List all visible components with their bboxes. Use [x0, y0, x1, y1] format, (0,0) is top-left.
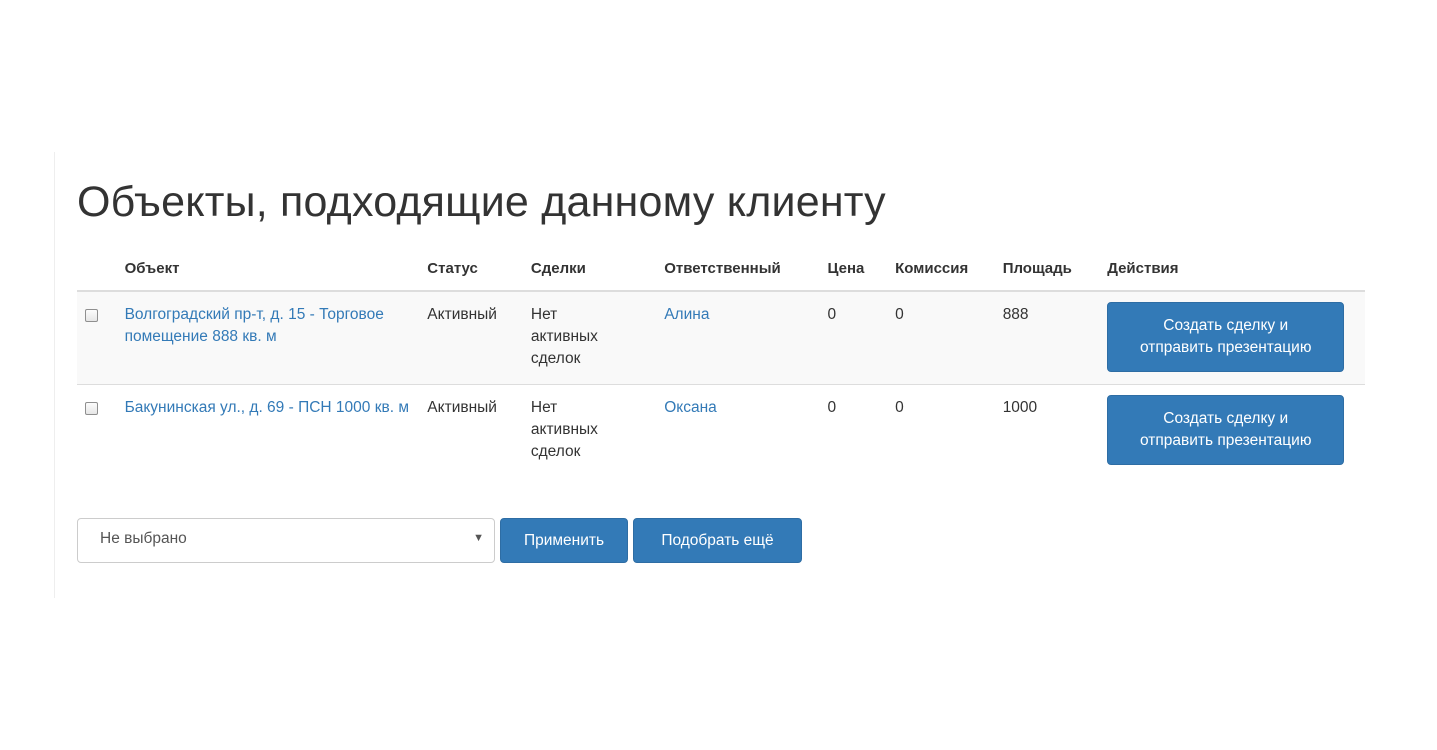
create-deal-send-presentation-button[interactable]: Создать сделку и отправить презентацию: [1107, 302, 1345, 372]
area-cell: 888: [994, 291, 1100, 385]
row-select-cell: [77, 291, 117, 385]
action-select[interactable]: Не выбрано ▼: [77, 518, 495, 563]
header-price: Цена: [819, 248, 888, 292]
status-cell: Активный: [419, 291, 523, 385]
responsible-link[interactable]: Алина: [664, 306, 709, 323]
row-checkbox[interactable]: [85, 309, 98, 322]
responsible-cell: Алина: [656, 291, 820, 385]
commission-cell: 0: [887, 384, 995, 477]
actions-cell: Создать сделку и отправить презентацию: [1099, 384, 1365, 477]
select-value: Не выбрано: [100, 530, 187, 547]
header-object: Объект: [116, 248, 420, 292]
area-cell: 1000: [994, 384, 1100, 477]
header-deals: Сделки: [522, 248, 657, 292]
responsible-cell: Оксана: [656, 384, 820, 477]
row-select-cell: [77, 384, 117, 477]
create-deal-send-presentation-button[interactable]: Создать сделку и отправить презентацию: [1107, 395, 1345, 465]
object-cell: Волгоградский пр-т, д. 15 - Торговое пом…: [116, 291, 420, 385]
find-more-button[interactable]: Подобрать ещё: [633, 518, 802, 563]
page-title: Объекты, подходящие данному клиенту: [77, 178, 886, 226]
row-checkbox[interactable]: [85, 402, 98, 415]
object-link[interactable]: Волгоградский пр-т, д. 15 - Торговое пом…: [125, 306, 384, 345]
header-actions: Действия: [1099, 248, 1365, 292]
deals-cell: Нет активных сделок: [522, 291, 657, 385]
object-cell: Бакунинская ул., д. 69 - ПСН 1000 кв. м: [116, 384, 420, 477]
actions-cell: Создать сделку и отправить презентацию: [1099, 291, 1365, 385]
table-row: Бакунинская ул., д. 69 - ПСН 1000 кв. м …: [77, 384, 1365, 477]
button-label-line2: отправить презентацию: [1139, 432, 1312, 449]
price-cell: 0: [819, 291, 888, 385]
button-label-line2: отправить презентацию: [1139, 339, 1312, 356]
header-select: [77, 248, 117, 292]
table-header-row: Объект Статус Сделки Ответственный Цена …: [77, 248, 1365, 292]
caret-down-icon: ▼: [473, 532, 484, 544]
table-row: Волгоградский пр-т, д. 15 - Торговое пом…: [77, 291, 1365, 385]
button-label-line1: Создать сделку и: [1163, 410, 1289, 427]
deals-text: Нет активных сделок: [530, 399, 598, 460]
header-status: Статус: [419, 248, 523, 292]
status-cell: Активный: [419, 384, 523, 477]
deals-cell: Нет активных сделок: [522, 384, 657, 477]
responsible-link[interactable]: Оксана: [664, 399, 717, 416]
header-commission: Комиссия: [887, 248, 995, 292]
header-area: Площадь: [994, 248, 1100, 292]
object-link[interactable]: Бакунинская ул., д. 69 - ПСН 1000 кв. м: [125, 399, 409, 416]
price-cell: 0: [819, 384, 888, 477]
button-label-line1: Создать сделку и: [1163, 317, 1289, 334]
apply-button[interactable]: Применить: [500, 518, 628, 563]
matching-objects-panel: Объекты, подходящие данному клиенту Объе…: [54, 152, 1385, 598]
commission-cell: 0: [887, 291, 995, 385]
deals-text: Нет активных сделок: [530, 306, 598, 367]
objects-table: Объект Статус Сделки Ответственный Цена …: [77, 248, 1365, 477]
header-responsible: Ответственный: [656, 248, 820, 292]
